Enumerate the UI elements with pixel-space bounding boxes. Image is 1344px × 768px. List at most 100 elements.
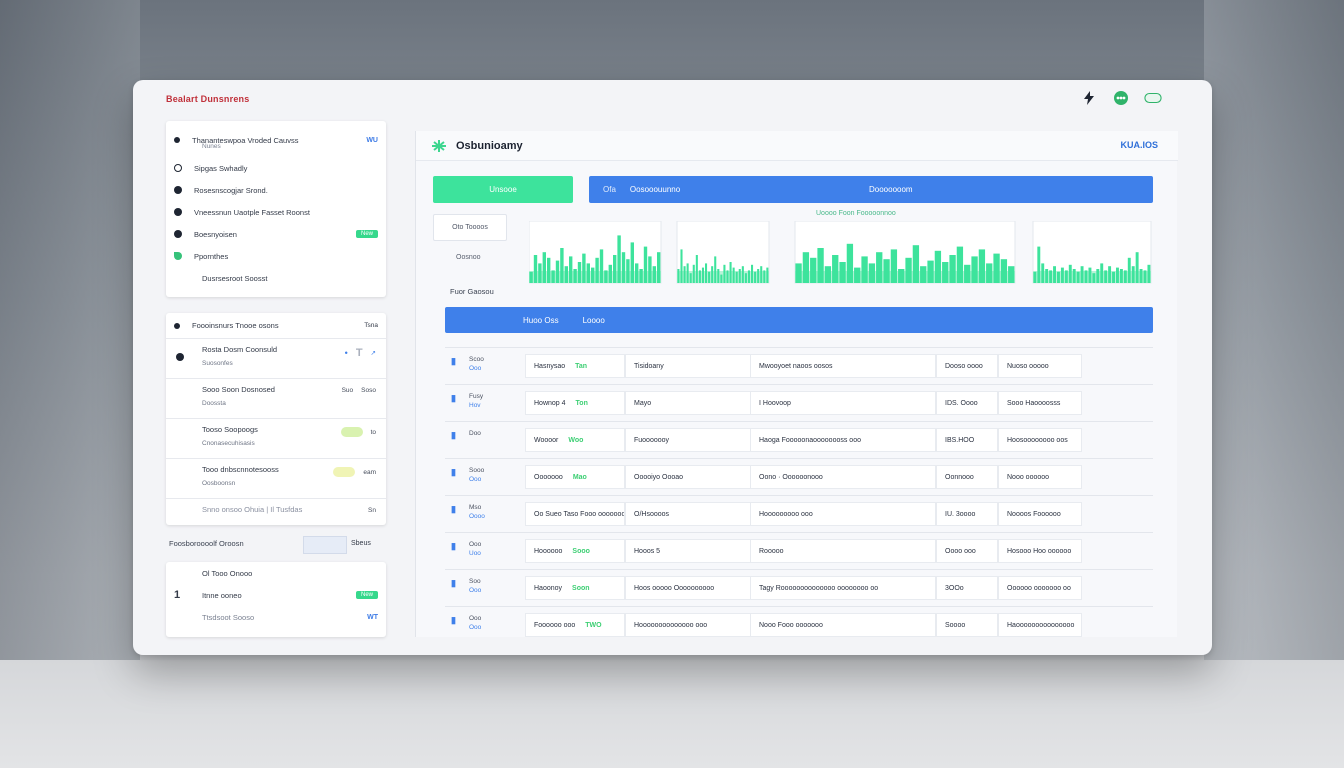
- chart-bar: [971, 256, 978, 283]
- table-cell: Hoooooo Sooo: [525, 539, 625, 563]
- table-cell: Nooo oooooo: [998, 465, 1082, 489]
- chart-bar: [1033, 271, 1037, 283]
- table-row[interactable]: ▮ Sooo Ooo Ooooooo Mao Ooooiyo Oooao Oono · Oo…: [445, 458, 1153, 495]
- lightning-icon[interactable]: [1080, 90, 1098, 106]
- nav-item[interactable]: Sipgas Swhadly: [166, 157, 386, 179]
- chart-bar: [738, 269, 741, 283]
- filter-card[interactable]: Oto Toooos: [433, 214, 507, 241]
- chart-bar: [533, 255, 538, 283]
- header-link[interactable]: KUA.IOS: [1120, 140, 1158, 150]
- pin-icon[interactable]: •: [345, 348, 348, 358]
- chart-bar: [766, 267, 769, 283]
- chart-bar: [639, 269, 643, 283]
- table-cell: Woooor Woo: [525, 428, 625, 452]
- table-row[interactable]: ▮ Mso Oooo Oo Sueo Taso Fooo ooooooo O/Hsooo…: [445, 495, 1153, 532]
- left-card-list: Foooinsnurs Tnooe osons Tsna Rosta Dosm …: [166, 313, 386, 525]
- table-cell: Soooo: [936, 613, 998, 637]
- chart-bar: [1084, 270, 1088, 283]
- nav-item[interactable]: Boesnyoisen New: [166, 223, 386, 245]
- summary-item[interactable]: Ol Tooo Onooo: [166, 562, 386, 584]
- chart-bar: [912, 245, 920, 283]
- chart-bar: [1068, 264, 1072, 283]
- table-cell: Oonnooo: [936, 465, 998, 489]
- dashboard-window: Bealart Dunsnrens Thananteswpoa Vroded C…: [133, 80, 1212, 655]
- chart-bar: [586, 263, 590, 283]
- table-cell: IBS.HOO: [936, 428, 998, 452]
- chart-bar: [846, 243, 854, 283]
- arrow-icon[interactable]: ↗: [371, 349, 376, 357]
- nav-item[interactable]: Rosesnscogjar Srond.: [166, 179, 386, 201]
- list-item[interactable]: Rosta Dosm Coonsuld Suosonfes • T ↗: [166, 339, 386, 379]
- chart-bar: [1000, 259, 1008, 283]
- left-card-navigation: Thananteswpoa Vroded Cauvss WU Nunes Sip…: [166, 121, 386, 297]
- list-item[interactable]: Snno onsoo Ohuia | Il Tusfdas Sn: [166, 499, 386, 525]
- row-icon: ▮: [451, 504, 456, 514]
- table-row[interactable]: ▮ Scoo Ooo Hasnysao Tan Tisidoany Mwooyoet nao…: [445, 347, 1153, 384]
- background-floor: [0, 660, 1344, 768]
- chart-bar: [1064, 270, 1068, 283]
- toggle-icon[interactable]: [1144, 90, 1162, 106]
- table-cell: Hooos 5: [625, 539, 751, 563]
- chart-bar: [617, 235, 621, 283]
- table-cell: Mwooyoet naoos oosos: [750, 354, 936, 378]
- chart-bar: [905, 257, 912, 283]
- chart-bar: [701, 267, 704, 283]
- table-row[interactable]: ▮ Fusy Hov Hownop 4 Ton Mayo I Hoovoop IDS. Ooo…: [445, 384, 1153, 421]
- table-row[interactable]: ▮ Doo Woooor Woo Fuooooooy Haoga Fooooonaoooo…: [445, 421, 1153, 458]
- chart-bar: [683, 266, 686, 283]
- summary-item[interactable]: 1 Itnne ooneo New: [166, 584, 386, 606]
- chart-caption: Uoooo Foon Fooooonnoo: [816, 210, 896, 217]
- chart-bar: [573, 269, 577, 283]
- chart-bar: [547, 257, 551, 283]
- nav-item[interactable]: Thananteswpoa Vroded Cauvss WU Nunes: [166, 129, 386, 151]
- table-row[interactable]: ▮ Ooo Uoo Hoooooo Sooo Hooos 5 Rooooo Oooo ooo H…: [445, 532, 1153, 569]
- chart-bar: [751, 264, 754, 283]
- chart-bar: [708, 271, 711, 283]
- list-item[interactable]: Sooo Soon Dosnosed Doossta Suo Soso: [166, 379, 386, 419]
- chart-bar: [542, 252, 546, 283]
- filter-label: Oosnoo: [456, 254, 481, 261]
- nav-item[interactable]: Ppornthes: [166, 245, 386, 267]
- table-cell: Rooooo: [750, 539, 936, 563]
- table-row[interactable]: ▮ Ooo Ooo Foooooo ooo TWO Hoooooooooooooo ooo…: [445, 606, 1153, 643]
- nav-item[interactable]: Vneessnun Uaotple Fasset Roonst: [166, 201, 386, 223]
- chart-bar: [1008, 266, 1015, 283]
- chart-bar: [1060, 267, 1064, 283]
- table-cell: Tisidoany: [625, 354, 751, 378]
- table-row[interactable]: ▮ Soo Ooo Haoonoy Soon Hoos ooooo Oooooooooo T…: [445, 569, 1153, 606]
- chart-bar: [591, 267, 595, 283]
- status-tag: TWO: [585, 621, 602, 629]
- table-cell: Haoga Fooooonaoooooooss ooo: [750, 428, 936, 452]
- chart-bar: [1112, 271, 1115, 283]
- table-header-bar[interactable]: Huoo Oss Loooo: [445, 307, 1153, 333]
- primary-action-button[interactable]: Unsooe: [433, 176, 573, 203]
- dot-icon: [174, 208, 182, 216]
- chart-bar: [555, 260, 560, 283]
- chat-icon[interactable]: [1112, 90, 1130, 106]
- chart-bar: [1127, 257, 1131, 283]
- filter-input[interactable]: [303, 536, 347, 554]
- status-pill: [333, 467, 356, 477]
- circle-icon: [174, 164, 182, 172]
- chart-bar: [1072, 269, 1076, 283]
- chart-bar: [564, 266, 568, 283]
- chart-bar: [1037, 246, 1041, 283]
- list-item[interactable]: Tooo dnbscnnotesooss Oosboonsn eam: [166, 459, 386, 499]
- summary-item[interactable]: Ttsdsoot Sooso WT: [166, 606, 386, 628]
- chart-bar: [680, 249, 683, 283]
- chart-bar: [1096, 269, 1100, 283]
- user-icon: [174, 186, 182, 194]
- chart-bar: [599, 249, 604, 283]
- nav-item[interactable]: Dusrsesroot Soosst: [166, 267, 386, 289]
- section-label: Fuor Gaosou: [450, 287, 494, 296]
- chart-bar: [956, 246, 964, 283]
- chart-bar: [630, 242, 634, 283]
- list-item[interactable]: Tooso Soopoogs Cnonasecuhisasis to: [166, 419, 386, 459]
- chart-bar: [698, 270, 701, 283]
- chart-bar: [747, 270, 750, 283]
- status-bar[interactable]: Ofa Oosooouunno Dooooooom: [589, 176, 1153, 203]
- table-cell: Dooso oooo: [936, 354, 998, 378]
- chart-bar: [1119, 269, 1123, 283]
- chart-bar: [1116, 267, 1119, 283]
- table-cell: 3OOo: [936, 576, 998, 600]
